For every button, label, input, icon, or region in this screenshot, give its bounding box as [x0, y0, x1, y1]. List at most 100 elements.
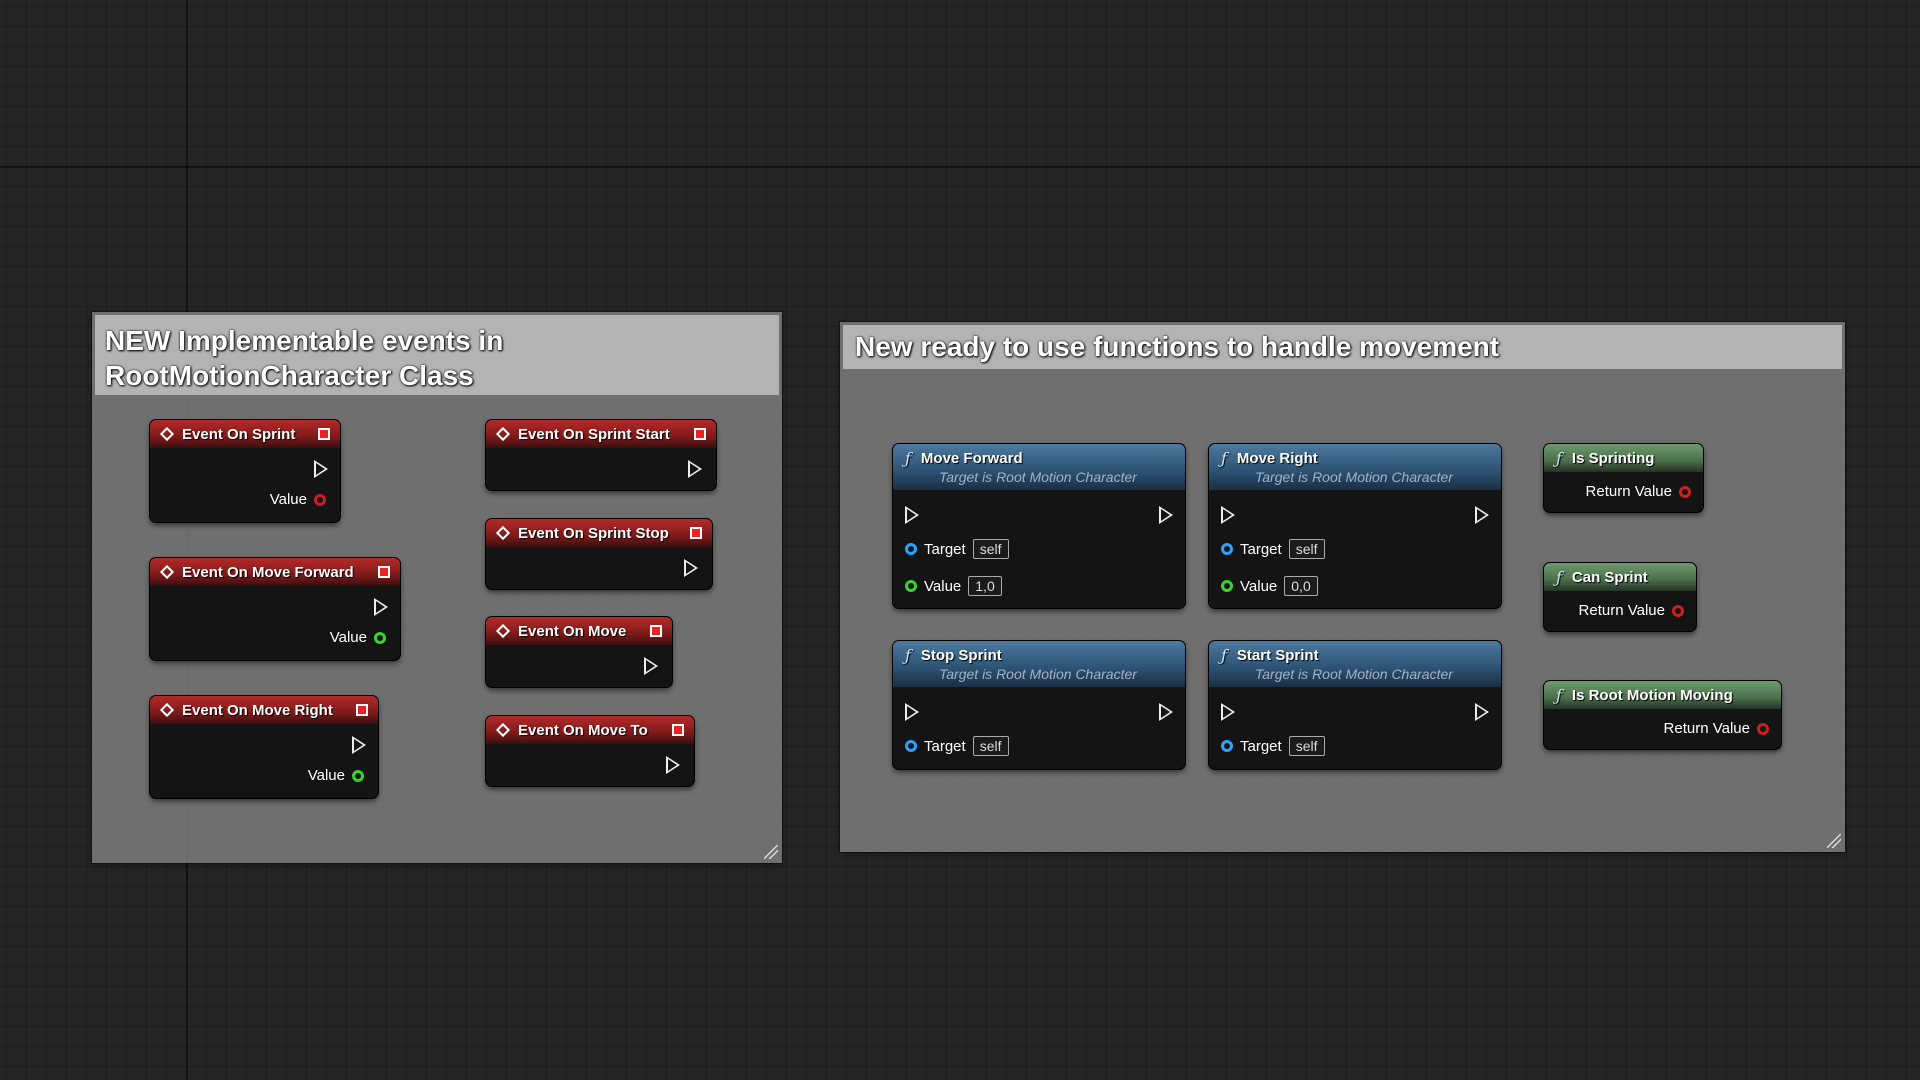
exec-out-pin-icon[interactable]: [688, 460, 702, 478]
event-diamond-icon: [495, 426, 511, 442]
exec-out-pin-icon[interactable]: [352, 736, 366, 754]
exec-in-pin-icon[interactable]: [1221, 703, 1235, 721]
pin-label: Value: [1240, 577, 1278, 595]
target-self-field[interactable]: self: [1288, 539, 1325, 559]
node-event-on-move-forward[interactable]: Event On Move Forward Value: [150, 558, 400, 660]
float-pin-icon[interactable]: [352, 769, 364, 782]
exec-out-pin-icon[interactable]: [1159, 506, 1173, 524]
node-title: Event On Move Forward: [182, 563, 354, 581]
event-diamond-icon: [159, 564, 175, 580]
exec-out-pin-icon[interactable]: [644, 657, 658, 675]
node-function-move-forward[interactable]: ƒ Move Forward Target is Root Motion Cha…: [893, 444, 1185, 608]
node-title: Move Forward: [920, 450, 1023, 467]
function-f-icon: ƒ: [1556, 685, 1562, 705]
exec-in-pin-icon[interactable]: [905, 506, 919, 524]
bool-pin-icon[interactable]: [1672, 604, 1684, 617]
comment-title-line2: RootMotionCharacter Class: [105, 360, 474, 391]
comment-title[interactable]: NEW Implementable events in RootMotionCh…: [95, 315, 779, 395]
exec-out-pin-icon[interactable]: [314, 460, 328, 478]
object-pin-icon[interactable]: [1221, 543, 1233, 555]
node-subtitle: Target is Root Motion Character: [1255, 666, 1453, 682]
node-function-move-right[interactable]: ƒ Move Right Target is Root Motion Chara…: [1209, 444, 1501, 608]
node-title: Stop Sprint: [920, 647, 1002, 664]
pin-label: Value: [307, 767, 345, 784]
exec-in-pin-icon[interactable]: [1221, 506, 1235, 524]
delegate-pin-icon[interactable]: [650, 625, 662, 637]
node-event-on-move-right[interactable]: Event On Move Right Value: [150, 696, 378, 798]
target-self-field[interactable]: self: [972, 539, 1009, 559]
resize-grip-icon[interactable]: [764, 845, 778, 859]
event-diamond-icon: [495, 722, 511, 738]
event-diamond-icon: [159, 702, 175, 718]
target-self-field[interactable]: self: [972, 736, 1009, 756]
event-diamond-icon: [159, 426, 175, 442]
pin-label: Value: [269, 491, 307, 508]
node-subtitle: Target is Root Motion Character: [1255, 469, 1453, 485]
exec-out-pin-icon[interactable]: [374, 598, 388, 616]
node-title: Event On Move Right: [182, 701, 333, 719]
comment-title[interactable]: New ready to use functions to handle mov…: [843, 325, 1842, 369]
bool-pin-icon[interactable]: [1679, 485, 1691, 498]
exec-in-pin-icon[interactable]: [905, 703, 919, 721]
resize-grip-icon[interactable]: [1827, 834, 1841, 848]
node-event-on-move[interactable]: Event On Move: [486, 617, 672, 687]
exec-out-pin-icon[interactable]: [666, 756, 680, 774]
function-f-icon: ƒ: [1556, 448, 1562, 468]
node-title: Is Sprinting: [1571, 449, 1655, 467]
exec-out-pin-icon[interactable]: [684, 559, 698, 577]
delegate-pin-icon[interactable]: [356, 704, 368, 716]
node-event-on-sprint[interactable]: Event On Sprint Value: [150, 420, 340, 522]
node-title: Can Sprint: [1571, 568, 1648, 586]
exec-out-pin-icon[interactable]: [1159, 703, 1173, 721]
node-title: Event On Sprint: [182, 425, 296, 443]
comment-title-text: New ready to use functions to handle mov…: [855, 331, 1500, 362]
bool-pin-icon[interactable]: [1757, 722, 1769, 735]
exec-out-pin-icon[interactable]: [1475, 506, 1489, 524]
object-pin-icon[interactable]: [1221, 740, 1233, 752]
delegate-pin-icon[interactable]: [378, 566, 390, 578]
node-title: Event On Move: [518, 622, 627, 640]
node-pure-can-sprint[interactable]: ƒ Can Sprint Return Value: [1544, 563, 1696, 631]
node-subtitle: Target is Root Motion Character: [939, 469, 1137, 485]
pin-label: Return Value: [1663, 720, 1750, 737]
pin-label: Target: [1240, 540, 1282, 558]
function-f-icon: ƒ: [1221, 646, 1227, 665]
node-event-on-sprint-start[interactable]: Event On Sprint Start: [486, 420, 716, 490]
node-title: Event On Sprint Stop: [518, 524, 669, 542]
value-input[interactable]: 1,0: [968, 576, 1002, 596]
function-f-icon: ƒ: [905, 646, 911, 665]
node-pure-is-root-motion-moving[interactable]: ƒ Is Root Motion Moving Return Value: [1544, 681, 1781, 749]
float-pin-icon[interactable]: [1221, 580, 1233, 592]
node-title: Move Right: [1236, 450, 1318, 467]
node-title: Event On Move To: [518, 721, 648, 739]
float-pin-icon[interactable]: [374, 631, 386, 644]
pin-label: Return Value: [1578, 602, 1665, 619]
pin-label: Return Value: [1585, 483, 1672, 500]
delegate-pin-icon[interactable]: [690, 527, 702, 539]
node-function-start-sprint[interactable]: ƒ Start Sprint Target is Root Motion Cha…: [1209, 641, 1501, 769]
node-pure-is-sprinting[interactable]: ƒ Is Sprinting Return Value: [1544, 444, 1703, 512]
bool-pin-icon[interactable]: [314, 493, 326, 506]
node-event-on-move-to[interactable]: Event On Move To: [486, 716, 694, 786]
function-f-icon: ƒ: [1556, 567, 1562, 587]
node-function-stop-sprint[interactable]: ƒ Stop Sprint Target is Root Motion Char…: [893, 641, 1185, 769]
value-input[interactable]: 0,0: [1284, 576, 1318, 596]
delegate-pin-icon[interactable]: [694, 428, 706, 440]
function-f-icon: ƒ: [1221, 449, 1227, 468]
function-f-icon: ƒ: [905, 449, 911, 468]
pin-label: Target: [924, 540, 966, 558]
node-title: Event On Sprint Start: [518, 425, 670, 443]
target-self-field[interactable]: self: [1288, 736, 1325, 756]
comment-title-line1: NEW Implementable events in: [105, 325, 504, 356]
exec-out-pin-icon[interactable]: [1475, 703, 1489, 721]
delegate-pin-icon[interactable]: [672, 724, 684, 736]
object-pin-icon[interactable]: [905, 740, 917, 752]
node-subtitle: Target is Root Motion Character: [939, 666, 1137, 682]
node-event-on-sprint-stop[interactable]: Event On Sprint Stop: [486, 519, 712, 589]
event-diamond-icon: [495, 525, 511, 541]
node-title: Start Sprint: [1236, 647, 1319, 664]
object-pin-icon[interactable]: [905, 543, 917, 555]
delegate-pin-icon[interactable]: [318, 428, 330, 440]
float-pin-icon[interactable]: [905, 580, 917, 592]
pin-label: Target: [1240, 737, 1282, 755]
